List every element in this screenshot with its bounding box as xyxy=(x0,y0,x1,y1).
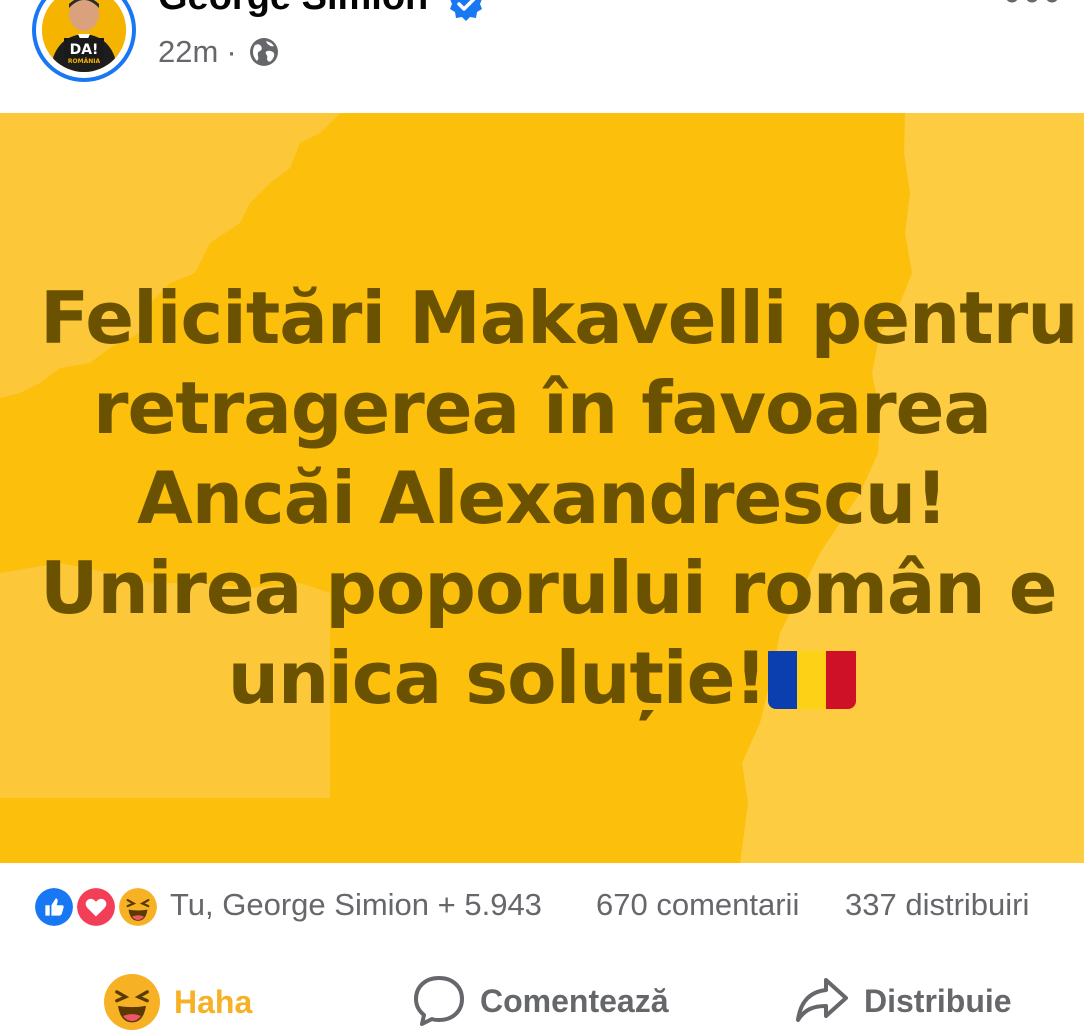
post-text-line-last: unica soluție! xyxy=(40,633,1044,723)
post-text-line: Felicitări Makavelli pentru xyxy=(40,276,1078,360)
post-text-line: Ancăi Alexandrescu! xyxy=(136,456,948,540)
shares-count[interactable]: 337 distribuiri xyxy=(845,887,1029,923)
comment-button[interactable]: Comentează xyxy=(412,974,669,1028)
comment-icon xyxy=(414,976,464,1026)
avatar[interactable]: DA! ROMÂNIA xyxy=(42,0,126,72)
post-text-line: Unirea poporului român e xyxy=(40,546,1058,630)
romania-flag-emoji xyxy=(768,645,857,709)
post-timestamp[interactable]: 22m xyxy=(158,34,218,70)
verified-badge-icon xyxy=(450,0,482,21)
haha-icon xyxy=(116,885,160,929)
more-options-icon[interactable] xyxy=(1002,0,1062,4)
post-header: DA! ROMÂNIA George Simion 22m · xyxy=(0,0,1084,113)
post-text-line: retragerea în favoarea xyxy=(92,366,992,450)
avatar-badge-text: DA! xyxy=(70,42,99,58)
globe-icon[interactable] xyxy=(249,37,279,67)
haha-reaction-label: Haha xyxy=(174,983,253,1020)
share-icon xyxy=(796,978,848,1022)
haha-icon xyxy=(104,974,160,1030)
avatar-image: DA! ROMÂNIA xyxy=(42,0,126,72)
love-icon xyxy=(74,885,118,929)
comments-count[interactable]: 670 comentarii xyxy=(596,887,799,923)
post-background-card[interactable]: Felicitări Makavelli pentru retragerea î… xyxy=(0,113,1084,863)
like-icon xyxy=(32,885,76,929)
post-actions: Haha Comentează Distribuie xyxy=(0,960,1084,1030)
meta-separator: · xyxy=(226,34,237,69)
comment-label: Comentează xyxy=(480,982,669,1019)
share-label: Distribuie xyxy=(864,982,1012,1019)
author-avatar-ring[interactable]: DA! ROMÂNIA xyxy=(32,0,136,82)
reactions-bar: Tu, George Simion + 5.943 670 comentarii… xyxy=(0,863,1084,951)
haha-reaction-button[interactable]: Haha xyxy=(104,974,252,1030)
reaction-summary[interactable]: Tu, George Simion + 5.943 xyxy=(170,887,542,923)
avatar-badge-sub: ROMÂNIA xyxy=(68,58,101,65)
reaction-icons[interactable] xyxy=(32,885,162,929)
post-meta: 22m · xyxy=(158,34,279,70)
share-button[interactable]: Distribuie xyxy=(794,974,1012,1028)
post-text-line: unica soluție! xyxy=(227,636,768,720)
author-name[interactable]: George Simion xyxy=(158,0,428,19)
post-text: Felicitări Makavelli pentru retragerea î… xyxy=(40,273,1078,723)
